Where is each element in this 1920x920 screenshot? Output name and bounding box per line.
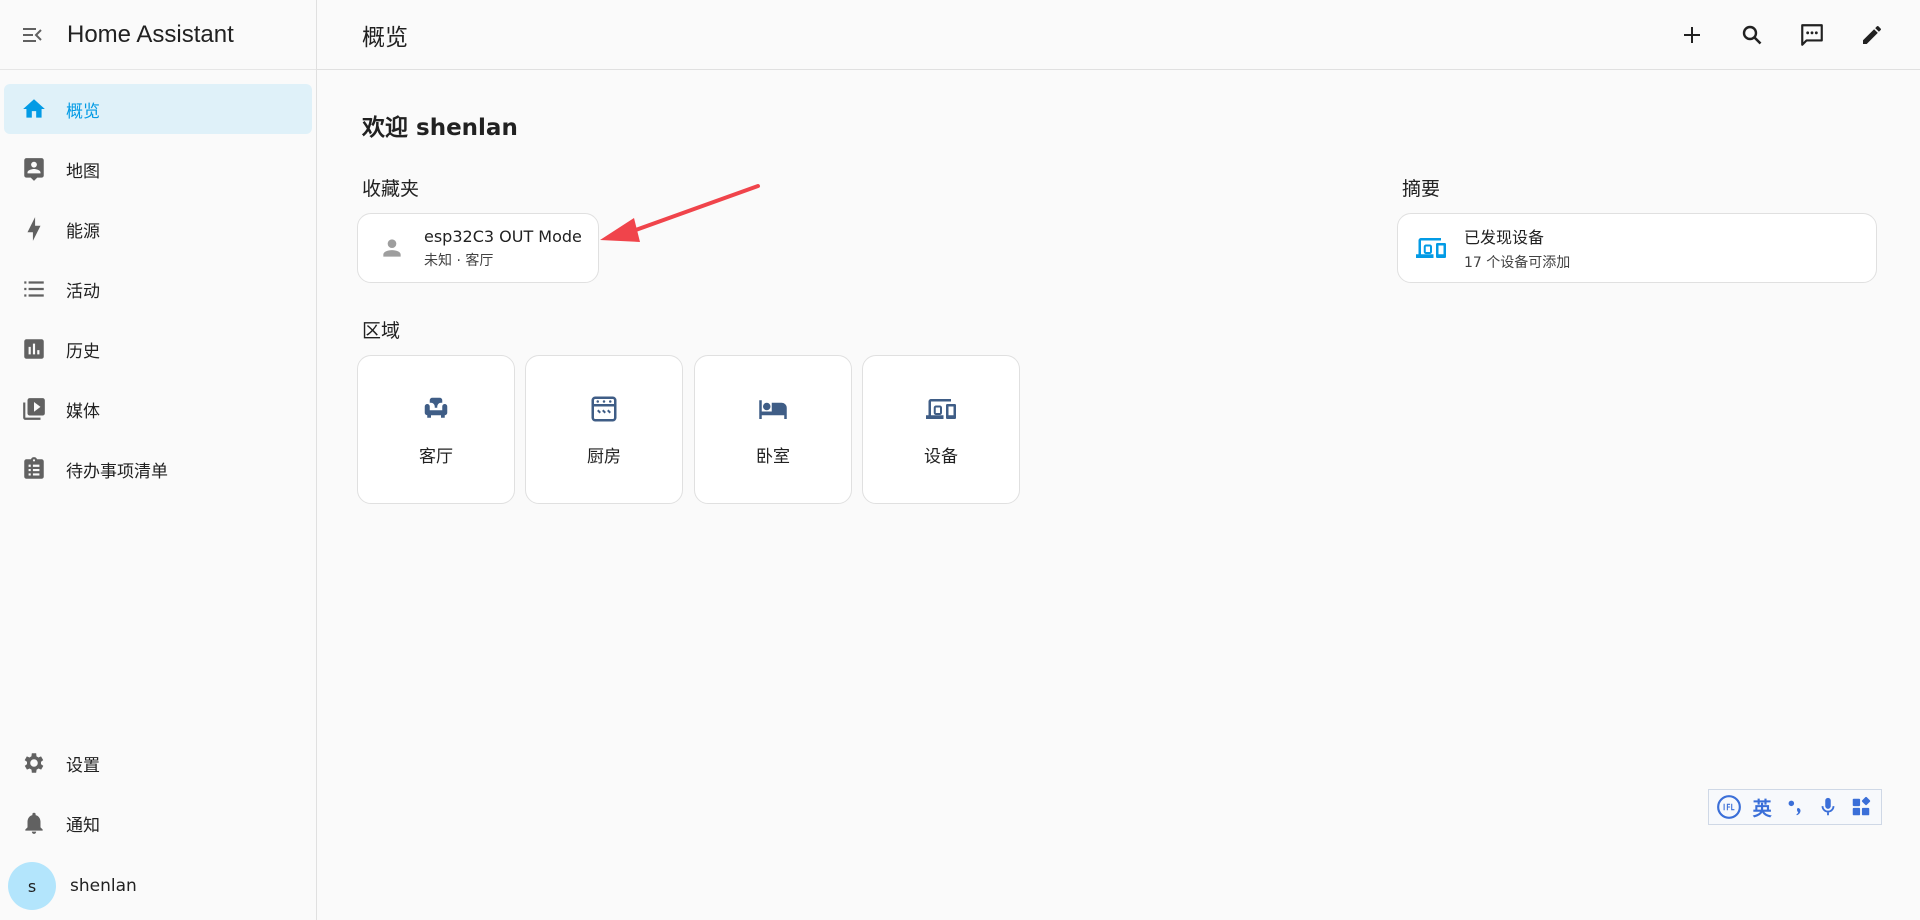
sidebar-item-label: 历史	[66, 341, 100, 362]
sidebar-item-label: 概览	[66, 101, 100, 122]
punctuation-icon[interactable]	[1780, 792, 1810, 822]
areas-title: 区域	[362, 320, 401, 342]
assist-icon[interactable]	[1794, 17, 1830, 53]
avatar: s	[8, 862, 56, 910]
favorites-title: 收藏夹	[362, 178, 420, 200]
sidebar-item-profile[interactable]: s shenlan	[0, 858, 316, 914]
sidebar-bottom: 设置 通知 s shenlan	[0, 738, 316, 920]
favorite-name: esp32C3 OUT Mode	[424, 226, 582, 246]
sidebar-item-map[interactable]: 地图	[4, 144, 312, 194]
sidebar-item-history[interactable]: 历史	[4, 324, 312, 374]
area-label: 客厅	[419, 447, 453, 467]
gear-icon	[20, 749, 48, 777]
sidebar-item-todo[interactable]: 待办事项清单	[4, 444, 312, 494]
home-icon	[20, 95, 48, 123]
sidebar-item-label: 通知	[66, 815, 100, 836]
bell-icon	[20, 809, 48, 837]
discovered-devices-card[interactable]: 已发现设备 17 个设备可添加	[1397, 213, 1877, 283]
area-label: 卧室	[756, 447, 790, 467]
favorite-card[interactable]: esp32C3 OUT Mode 未知 · 客厅	[357, 213, 599, 283]
summary-card-name: 已发现设备	[1464, 228, 1545, 247]
ime-lang-toggle[interactable]: 英	[1747, 792, 1777, 822]
ifly-logo-icon[interactable]	[1714, 792, 1744, 822]
clipboard-list-icon	[20, 455, 48, 483]
map-icon	[20, 155, 48, 183]
bed-icon	[758, 394, 788, 424]
summary-card-sub: 17 个设备可添加	[1464, 255, 1571, 271]
search-icon[interactable]	[1734, 17, 1770, 53]
top-bar: 概览	[317, 0, 1920, 70]
sidebar-item-label: 设置	[66, 755, 100, 776]
area-card-living-room[interactable]: 客厅	[357, 355, 515, 504]
sidebar-item-media[interactable]: 媒体	[4, 384, 312, 434]
app-title: Home Assistant	[67, 20, 234, 48]
pencil-icon[interactable]	[1854, 17, 1890, 53]
list-icon	[20, 275, 48, 303]
microphone-icon[interactable]	[1813, 792, 1843, 822]
chart-icon	[20, 335, 48, 363]
page-title: 概览	[362, 24, 408, 51]
welcome-heading: 欢迎 shenlan	[362, 115, 518, 141]
toolbar-actions	[1650, 0, 1890, 70]
sidebar-item-label: 待办事项清单	[66, 461, 168, 482]
sidebar-item-label: 地图	[66, 161, 100, 182]
plus-icon[interactable]	[1674, 17, 1710, 53]
menu-collapse-icon[interactable]	[19, 22, 45, 48]
sidebar: Home Assistant 概览 地图 能源 活动 历史 媒体 待办事项清单 …	[0, 0, 317, 920]
summary-title: 摘要	[1402, 178, 1441, 200]
lightning-icon	[20, 215, 48, 243]
main-content: 欢迎 shenlan 收藏夹 esp32C3 OUT Mode 未知 · 客厅 …	[317, 70, 1920, 920]
apps-grid-icon[interactable]	[1846, 792, 1876, 822]
person-icon	[378, 234, 406, 262]
area-card-bedroom[interactable]: 卧室	[694, 355, 852, 504]
sidebar-item-logbook[interactable]: 活动	[4, 264, 312, 314]
area-card-kitchen[interactable]: 厨房	[525, 355, 683, 504]
sidebar-header: Home Assistant	[0, 0, 316, 70]
sofa-icon	[421, 394, 451, 424]
area-label: 设备	[924, 447, 958, 467]
area-label: 厨房	[587, 447, 621, 467]
sidebar-item-settings[interactable]: 设置	[4, 738, 312, 788]
sidebar-item-label: 媒体	[66, 401, 100, 422]
stove-icon	[589, 394, 619, 424]
sidebar-item-label: 能源	[66, 221, 100, 242]
area-card-devices[interactable]: 设备	[862, 355, 1020, 504]
sidebar-item-energy[interactable]: 能源	[4, 204, 312, 254]
sidebar-nav: 概览 地图 能源 活动 历史 媒体 待办事项清单	[0, 70, 316, 494]
favorite-state: 未知 · 客厅	[424, 252, 494, 269]
user-name: shenlan	[70, 876, 137, 896]
ime-toolbar: 英	[1708, 789, 1882, 825]
sidebar-item-label: 活动	[66, 281, 100, 302]
media-icon	[20, 395, 48, 423]
devices-icon	[926, 394, 956, 424]
sidebar-item-notifications[interactable]: 通知	[4, 798, 312, 848]
devices-icon	[1416, 233, 1446, 263]
sidebar-item-overview[interactable]: 概览	[4, 84, 312, 134]
